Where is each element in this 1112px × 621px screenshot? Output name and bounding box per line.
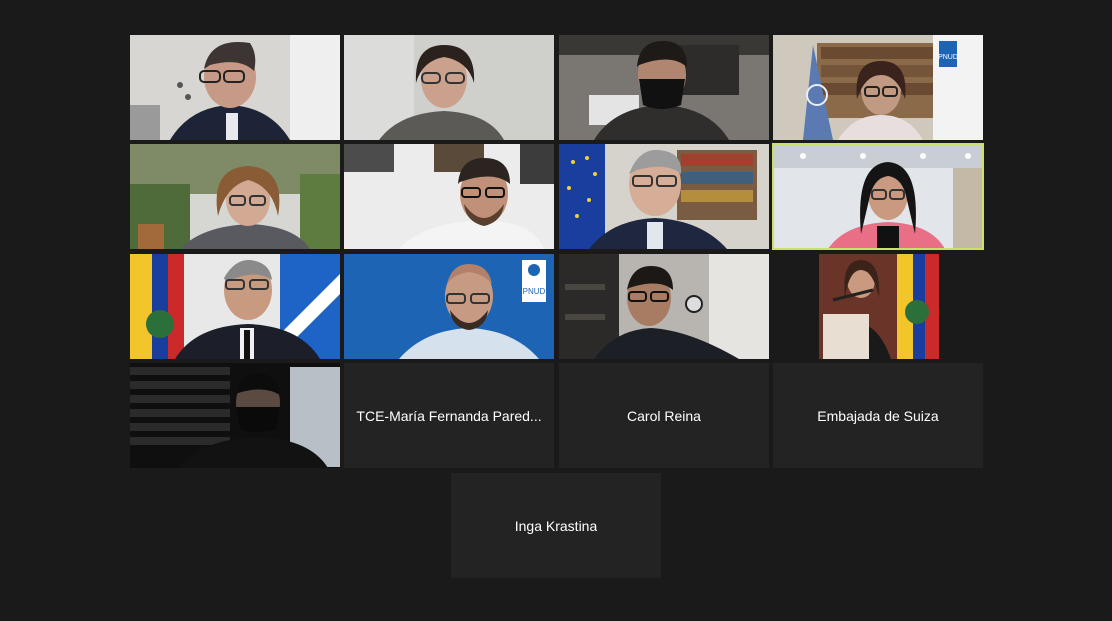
participant-video-tile[interactable] — [559, 35, 769, 140]
participant-name: Carol Reina — [627, 407, 701, 424]
participant-video — [773, 144, 983, 249]
participant-video: PNUD — [773, 35, 983, 140]
participant-video-tile[interactable] — [130, 254, 340, 359]
participant-video — [773, 254, 983, 359]
participant-video — [130, 254, 340, 359]
participant-video — [559, 254, 769, 359]
participant-video-tile[interactable]: PNUD — [344, 254, 554, 359]
participant-name-tile[interactable]: Carol Reina — [559, 363, 769, 468]
participant-video-tile[interactable]: PNUD — [773, 35, 983, 140]
participant-video-tile[interactable] — [130, 363, 340, 468]
pnud-logo-text: PNUD — [938, 54, 958, 61]
participant-video — [559, 35, 769, 140]
participant-video-tile[interactable] — [344, 144, 554, 249]
participant-name: Inga Krastina — [514, 517, 598, 534]
participant-video: PNUD — [344, 254, 554, 359]
participant-video-tile[interactable] — [344, 35, 554, 140]
participant-video-tile[interactable] — [559, 254, 769, 359]
participant-name-tile[interactable]: TCE-María Fernanda Pared... — [344, 363, 554, 468]
participant-video — [130, 363, 340, 468]
participant-video-tile[interactable] — [130, 35, 340, 140]
pnud-logo-text: PNUD — [523, 287, 546, 296]
participant-video — [130, 35, 340, 140]
participant-name: TCE-María Fernanda Pared... — [356, 407, 542, 424]
active-speaker-tile[interactable] — [772, 143, 984, 250]
participant-video-tile[interactable] — [559, 144, 769, 249]
participant-video-tile[interactable] — [773, 254, 983, 359]
participant-name-tile[interactable]: Embajada de Suiza — [773, 363, 983, 468]
participant-video — [344, 35, 554, 140]
participant-video — [559, 144, 769, 249]
participant-video — [344, 144, 554, 249]
participant-video-tile[interactable] — [130, 144, 340, 249]
participant-name: Embajada de Suiza — [817, 407, 939, 424]
participant-name-tile[interactable]: Inga Krastina — [451, 473, 661, 578]
video-gallery: PNUD PNUD TCE-María Fernanda Pared... Ca… — [0, 0, 1112, 621]
participant-video — [130, 144, 340, 249]
